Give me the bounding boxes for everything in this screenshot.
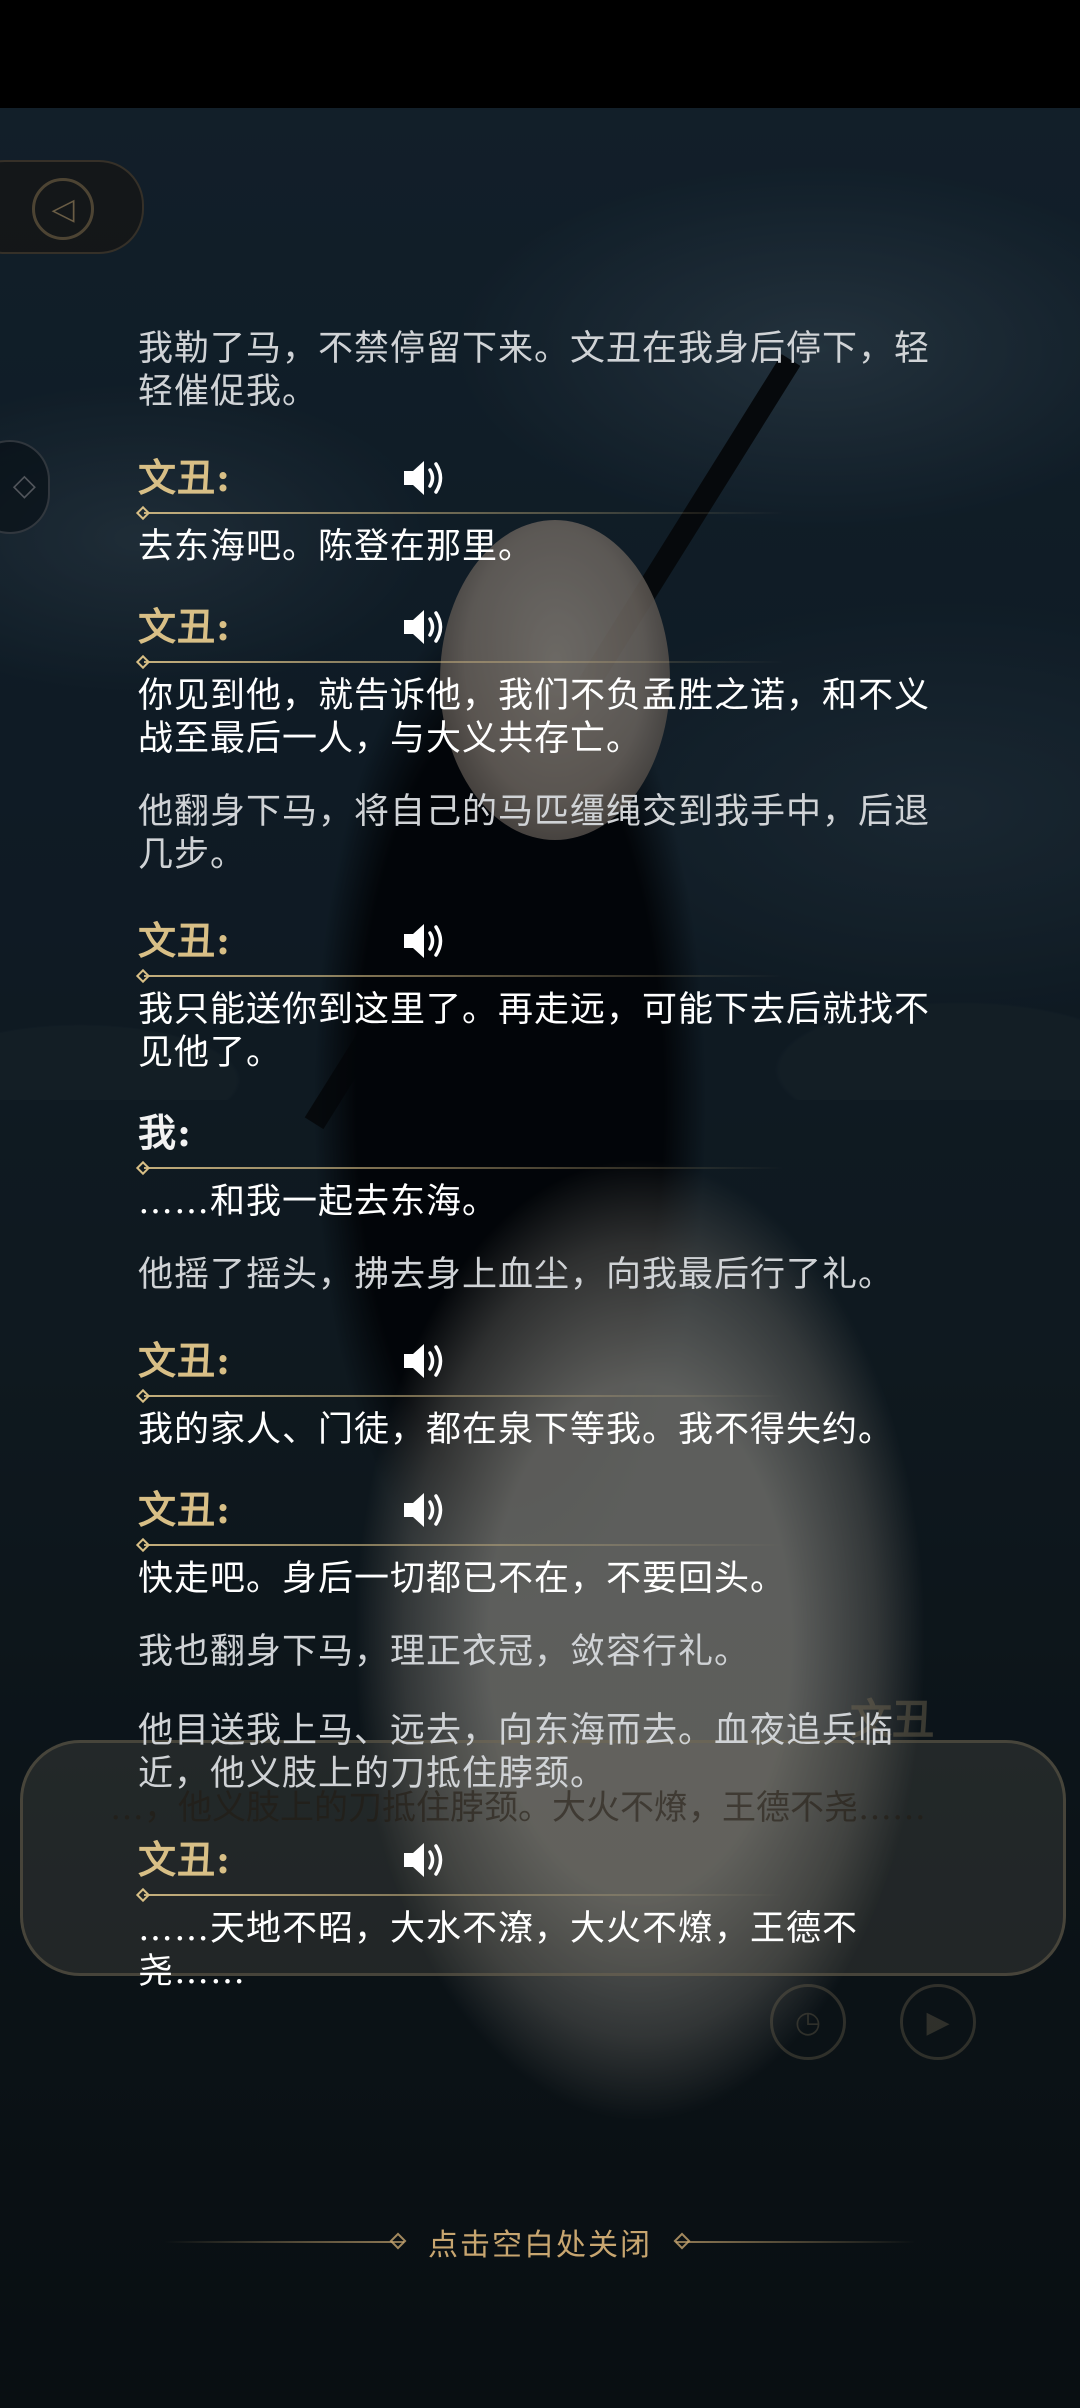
dialogue-text: ……天地不昭，大水不潦，大火不燎，王德不尧……	[138, 1909, 859, 1992]
speaker-header: 文丑:	[135, 913, 958, 984]
speaker-icon[interactable]	[400, 1488, 450, 1532]
story-log-screen[interactable]: ◁ ◇ 文丑 …，他义肢上的刀抵住脖颈。大火不燎，王德不尧…… ◷ ▶ 我勒了马…	[0, 0, 1080, 2408]
dialogue-text: 我只能送你到这里了。再走远，可能下去后就找不见他了。	[138, 990, 931, 1073]
dialogue-text: ……和我一起去东海。	[138, 1182, 499, 1222]
speaker-icon[interactable]	[400, 456, 450, 500]
narration-text: 他目送我上马、远去，向东海而去。血夜追兵临近，他义肢上的刀抵住脖颈。	[138, 1711, 895, 1794]
speaker-name: 文丑:	[138, 455, 232, 500]
speaker-name: 文丑:	[138, 1338, 232, 1383]
narration-text: 他翻身下马，将自己的马匹缰绳交到我手中，后退几步。	[138, 792, 931, 875]
speaker-header: 我:	[135, 1105, 958, 1176]
speaker-header: 文丑:	[135, 1333, 958, 1404]
dialogue-text: 快走吧。身后一切都已不在，不要回头。	[138, 1559, 787, 1599]
speaker-name: 文丑:	[138, 1837, 232, 1882]
close-hint-text: 点击空白处关闭	[428, 2228, 652, 2263]
narration-text: 他摇了摇头，拂去身上血尘，向我最后行了礼。	[138, 1255, 895, 1295]
speaker-divider	[144, 1894, 784, 1896]
speaker-icon[interactable]	[400, 1339, 450, 1383]
speaker-header: 文丑:	[135, 599, 958, 670]
speaker-divider	[144, 1544, 784, 1546]
ornament-left	[164, 2241, 404, 2243]
dialogue-text: 你见到他，就告诉他，我们不负孟胜之诺，和不义战至最后一人，与大义共存亡。	[138, 676, 931, 759]
speaker-header: 文丑:	[135, 1832, 958, 1903]
speaker-name: 文丑:	[138, 1487, 232, 1532]
speaker-icon[interactable]	[400, 919, 450, 963]
speaker-divider	[144, 975, 784, 977]
ornament-right	[676, 2241, 916, 2243]
status-bar	[0, 0, 1080, 108]
speaker-divider	[144, 1167, 784, 1169]
narration-text: 我勒了马，不禁停留下来。文丑在我身后停下，轻轻催促我。	[138, 329, 931, 412]
speaker-icon[interactable]	[400, 1838, 450, 1882]
speaker-header: 文丑:	[135, 450, 958, 521]
narration-text: 我也翻身下马，理正衣冠，敛容行礼。	[138, 1632, 751, 1672]
close-hint[interactable]: 点击空白处关闭	[0, 2222, 1080, 2263]
dialogue-text: 去东海吧。陈登在那里。	[138, 527, 535, 567]
speaker-divider	[144, 512, 784, 514]
speaker-name: 我:	[138, 1110, 193, 1155]
speaker-header: 文丑:	[135, 1482, 958, 1553]
speaker-icon[interactable]	[400, 605, 450, 649]
speaker-name: 文丑:	[138, 918, 232, 963]
speaker-divider	[144, 1395, 784, 1397]
dialogue-text: 我的家人、门徒，都在泉下等我。我不得失约。	[138, 1410, 895, 1450]
speaker-divider	[144, 661, 784, 663]
dialogue-log[interactable]: 我勒了马，不禁停留下来。文丑在我身后停下，轻轻催促我。文丑: 去东海吧。陈登在那里…	[135, 328, 958, 2024]
speaker-name: 文丑:	[138, 604, 232, 649]
